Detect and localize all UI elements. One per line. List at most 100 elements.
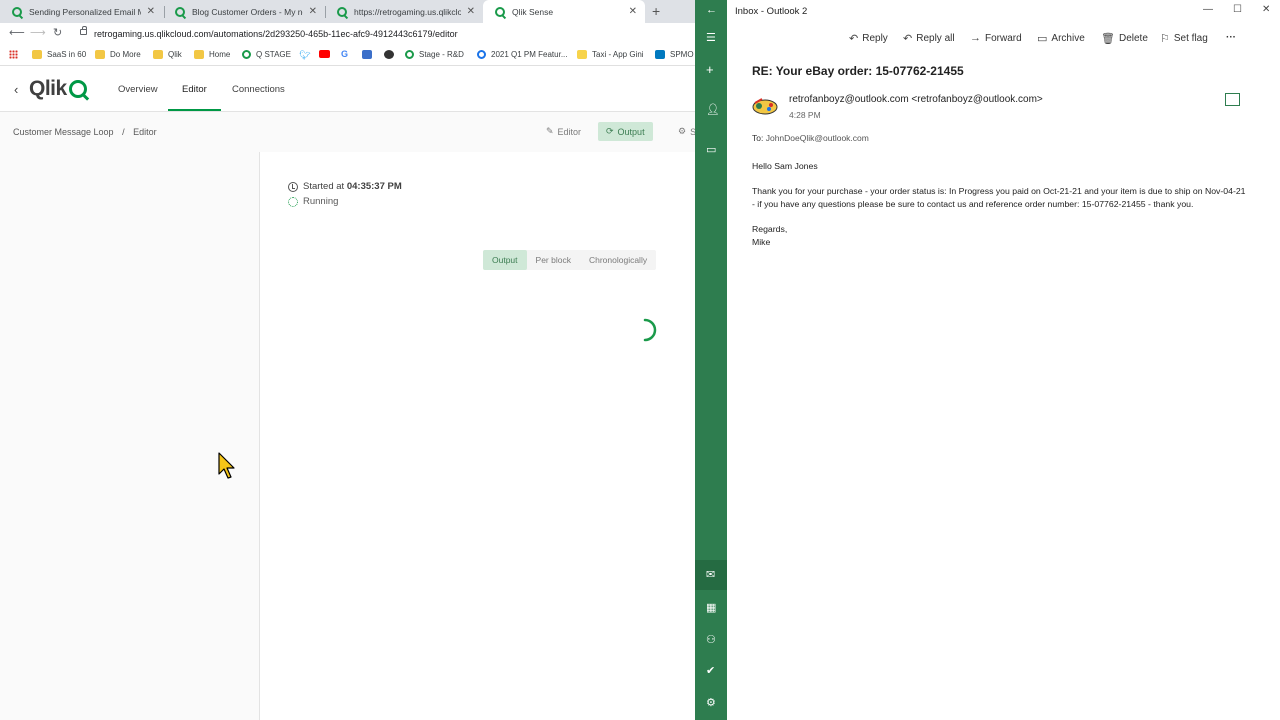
nav-overview[interactable]: Overview <box>118 84 158 95</box>
chevron-left-icon[interactable]: ‹ <box>14 82 18 97</box>
new-mail-plus-icon[interactable]: + <box>706 62 714 77</box>
archive-button[interactable]: ▭ Archive <box>1037 32 1085 45</box>
tab-close-icon[interactable]: ✕ <box>147 6 155 17</box>
email-body-line-2: - if you have any questions please be su… <box>752 199 1194 209</box>
bookmarks-bar: SaaS in 60 Do More Qlik Home Q STAGE 🐦︎ … <box>0 45 695 66</box>
qlik-logo[interactable]: Qlik <box>29 77 87 101</box>
qlik-q-icon <box>68 80 87 98</box>
recipient-line: To: JohnDoeQlik@outlook.com <box>752 133 869 143</box>
bookmark-2021-q1[interactable]: 2021 Q1 PM Featur... <box>477 50 567 59</box>
folder-icon <box>32 50 42 59</box>
person-icon[interactable]: 👤︎ <box>706 103 720 116</box>
bookmark-qlik[interactable]: Qlik <box>153 50 182 59</box>
bookmark-stage-rd[interactable]: Stage - R&D <box>405 50 464 59</box>
maximize-icon[interactable]: ☐ <box>1233 4 1242 15</box>
set-flag-button[interactable]: ⚐ Set flag <box>1160 32 1208 45</box>
tab-per-block[interactable]: Per block <box>527 250 580 270</box>
back-arrow-icon[interactable]: ⟵ <box>9 26 25 39</box>
forward-button[interactable]: → Forward <box>970 32 1022 44</box>
qlik-favicon-icon <box>175 6 185 17</box>
reload-icon[interactable]: ↻ <box>53 26 62 39</box>
google-icon[interactable]: G <box>341 49 348 59</box>
tab-close-icon[interactable]: ✕ <box>629 6 637 17</box>
browser-tab-3[interactable]: https://retrogaming.us.qlikcloud. ✕ <box>325 0 483 23</box>
email-time: 4:28 PM <box>789 110 821 120</box>
qlik-icon <box>405 50 414 59</box>
globe-icon[interactable] <box>384 50 399 59</box>
nav-connections[interactable]: Connections <box>232 84 285 95</box>
breadcrumb-root[interactable]: Customer Message Loop <box>13 127 114 137</box>
youtube-icon[interactable] <box>319 50 335 58</box>
reply-all-icon: ↶ <box>903 33 913 45</box>
minimize-icon[interactable]: — <box>1203 4 1213 15</box>
mode-editor-button[interactable]: ✎ Editor <box>538 122 589 141</box>
bookmark-taxi[interactable]: Taxi - App Gini <box>577 50 644 59</box>
breadcrumb: Customer Message Loop / Editor <box>13 127 157 137</box>
bookmark-saas-in-60[interactable]: SaaS in 60 <box>32 50 86 59</box>
output-view-tabs: Output Per block Chronologically <box>483 250 657 270</box>
tab-chronologically[interactable]: Chronologically <box>580 250 656 270</box>
email-signature: Mike <box>752 237 771 247</box>
breadcrumb-separator: / <box>122 127 125 137</box>
people-icon[interactable]: ⚇ <box>706 633 716 646</box>
browser-tab-2[interactable]: Blog Customer Orders - My new ✕ <box>163 0 325 23</box>
folder-icon <box>95 50 105 59</box>
flag-icon: ⚐ <box>1160 33 1170 45</box>
pencil-icon: ✎ <box>546 126 554 136</box>
recipient-address[interactable]: JohnDoeQlik@outlook.com <box>766 133 869 143</box>
mode-output-button[interactable]: ⟳ Output <box>598 122 653 141</box>
nav-editor[interactable]: Editor <box>182 84 207 95</box>
tab-title: Blog Customer Orders - My new <box>192 6 303 17</box>
tab-title: https://retrogaming.us.qlikcloud. <box>354 6 461 17</box>
more-actions-button[interactable]: ··· <box>1226 32 1236 43</box>
hamburger-menu-icon[interactable]: ☰ <box>706 31 716 44</box>
tab-output[interactable]: Output <box>483 250 527 270</box>
new-tab-button[interactable]: + <box>652 3 660 19</box>
bookmark-q-stage[interactable]: Q STAGE <box>242 50 291 59</box>
tab-close-icon[interactable]: ✕ <box>467 6 475 17</box>
apps-grid-icon[interactable] <box>9 50 18 59</box>
email-subject: RE: Your eBay order: 15-07762-21455 <box>752 64 964 78</box>
bookmark-home[interactable]: Home <box>194 50 230 59</box>
mail-icon[interactable]: ✉ <box>706 568 715 581</box>
forward-icon: → <box>970 32 981 44</box>
calendar-icon[interactable] <box>362 50 377 59</box>
forward-arrow-icon[interactable]: ⟶ <box>30 26 46 39</box>
circle-icon <box>477 50 486 59</box>
sender-avatar <box>752 98 778 115</box>
settings-gear-icon[interactable]: ⚙ <box>706 696 716 709</box>
folder-icon[interactable]: ▭ <box>706 143 716 156</box>
left-panel <box>0 152 260 720</box>
trash-icon: 🗑︎ <box>1101 33 1115 45</box>
delete-button[interactable]: 🗑︎ Delete <box>1101 32 1148 45</box>
breadcrumb-current: Editor <box>133 127 157 137</box>
window-title: Inbox - Outlook 2 <box>735 6 808 17</box>
sender-address[interactable]: retrofanboyz@outlook.com <retrofanboyz@o… <box>789 94 1043 105</box>
window-close-icon[interactable]: ✕ <box>1262 4 1270 15</box>
calendar-icon[interactable]: ▦ <box>706 601 716 614</box>
taxi-icon <box>577 50 587 59</box>
url-field[interactable]: retrogaming.us.qlikcloud.com/automations… <box>72 25 702 43</box>
twitter-icon[interactable]: 🐦︎ <box>299 50 310 61</box>
lock-icon <box>80 26 87 35</box>
bookmark-spmo[interactable]: SPMO <box>655 50 694 59</box>
url-text: retrogaming.us.qlikcloud.com/automations… <box>94 29 458 39</box>
todo-check-icon[interactable]: ✔ <box>706 664 715 677</box>
browser-tab-1[interactable]: Sending Personalized Email Mess ✕ <box>0 0 163 23</box>
qlik-favicon-icon <box>12 6 22 17</box>
popout-window-icon[interactable] <box>1225 93 1240 106</box>
qlik-app-header <box>0 66 695 112</box>
tab-title: Qlik Sense <box>512 6 554 17</box>
qlik-favicon-icon <box>495 6 505 17</box>
archive-icon: ▭ <box>1037 33 1048 45</box>
reply-all-button[interactable]: ↶ Reply all <box>903 32 955 45</box>
folder-icon <box>153 50 163 59</box>
browser-tab-4-active[interactable]: Qlik Sense ✕ <box>483 0 645 23</box>
back-arrow-icon[interactable]: ← <box>706 4 717 16</box>
reply-button[interactable]: ↶ Reply <box>849 32 888 45</box>
reply-icon: ↶ <box>849 33 859 45</box>
active-nav-indicator <box>168 109 221 111</box>
tab-close-icon[interactable]: ✕ <box>309 6 317 17</box>
run-status: Running <box>288 196 338 207</box>
bookmark-do-more[interactable]: Do More <box>95 50 141 59</box>
